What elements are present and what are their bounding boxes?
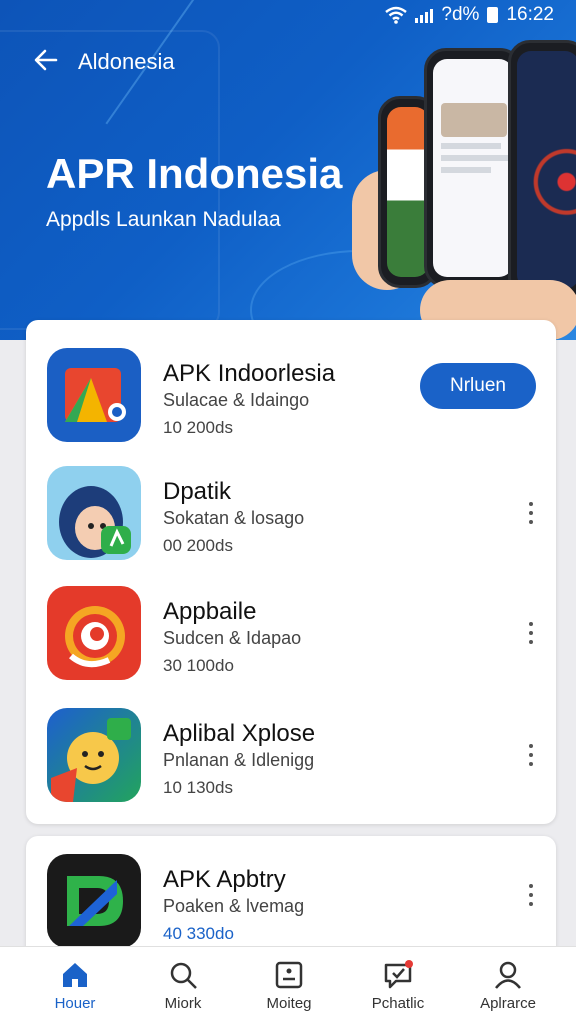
document-icon	[275, 961, 303, 989]
app-subtitle: Pnlanan & Idlenigg	[163, 750, 315, 770]
nav-label: Aplrarce	[480, 995, 536, 1012]
map-app-icon	[47, 348, 141, 442]
battery-percent: ?d%	[441, 4, 480, 25]
breadcrumb: Aldonesia	[78, 49, 175, 74]
app-name: Aplibal Xplose	[163, 720, 316, 747]
install-button[interactable]: Nrluen	[420, 363, 536, 409]
bottom-navigation: Houer Miork Moiteg Pchatlic Aplrarce	[0, 946, 576, 1024]
app-subtitle: Sulacae & Idaingo	[163, 390, 310, 410]
smiley-app-icon	[47, 708, 141, 802]
nav-home[interactable]: Houer	[20, 947, 130, 1024]
search-icon	[170, 962, 197, 989]
arrow-left-icon	[34, 49, 58, 71]
signal-icon	[415, 7, 434, 23]
clock: 16:22	[506, 4, 554, 25]
nav-chat[interactable]: Pchatlic	[343, 947, 453, 1024]
wifi-icon	[385, 6, 408, 24]
app-row[interactable]: Appbaile Sudcen & Idapao 30 100do	[26, 574, 556, 694]
app-row[interactable]: Aplibal Xplose Pnlanan & Idlenigg 10 130…	[26, 696, 556, 816]
app-name: Dpatik	[163, 478, 232, 505]
app-row[interactable]: APK Indoorlesia Sulacae & Idaingo 10 200…	[26, 334, 556, 454]
swirl-app-icon	[47, 586, 141, 680]
app-downloads: 10 200ds	[163, 418, 233, 437]
nav-document[interactable]: Moiteg	[234, 947, 344, 1024]
chat-icon	[384, 960, 413, 989]
app-downloads: 30 100do	[163, 656, 234, 675]
more-options-icon[interactable]	[526, 744, 536, 766]
app-row[interactable]: Dpatik Sokatan & losago 00 200ds	[26, 454, 556, 574]
app-name: Appbaile	[163, 598, 257, 625]
more-options-icon[interactable]	[526, 622, 536, 644]
app-downloads: 00 200ds	[163, 536, 233, 555]
app-downloads: 10 130ds	[163, 778, 233, 797]
hero-banner: ?d% 16:22 Aldonesia APR Indonesia Appdls…	[0, 0, 576, 340]
app-subtitle: Poaken & lvemag	[163, 896, 305, 916]
phone-illustration	[508, 40, 576, 300]
status-bar: ?d% 16:22	[385, 4, 554, 26]
battery-icon	[487, 7, 499, 23]
more-options-icon[interactable]	[526, 884, 536, 906]
app-subtitle: Sokatan & losago	[163, 508, 305, 528]
more-options-icon[interactable]	[526, 502, 536, 524]
letter-d-app-icon	[47, 854, 141, 948]
nav-label: Moiteg	[266, 995, 312, 1012]
app-name: APK Indoorlesia	[163, 360, 336, 387]
app-row[interactable]: APK Apbtry Poaken & lvemag 40 330do	[26, 842, 556, 962]
nav-label: Pchatlic	[371, 995, 425, 1012]
person-icon	[495, 961, 521, 989]
home-icon	[63, 963, 87, 987]
chat-avatar-app-icon	[47, 466, 141, 560]
back-button[interactable]	[32, 46, 60, 74]
app-list-card: APK Indoorlesia Sulacae & Idaingo 10 200…	[26, 320, 556, 824]
app-subtitle: Sudcen & Idapao	[163, 628, 302, 648]
nav-search[interactable]: Miork	[128, 947, 238, 1024]
page-subtitle: Appdls Launkan Nadulaa	[46, 208, 281, 231]
page-title: APR Indonesia	[46, 150, 343, 197]
nav-profile[interactable]: Aplrarce	[453, 947, 563, 1024]
app-name: APK Apbtry	[163, 866, 286, 893]
nav-label: Miork	[164, 995, 202, 1012]
app-downloads: 40 330do	[163, 924, 234, 943]
nav-label: Houer	[54, 995, 96, 1012]
